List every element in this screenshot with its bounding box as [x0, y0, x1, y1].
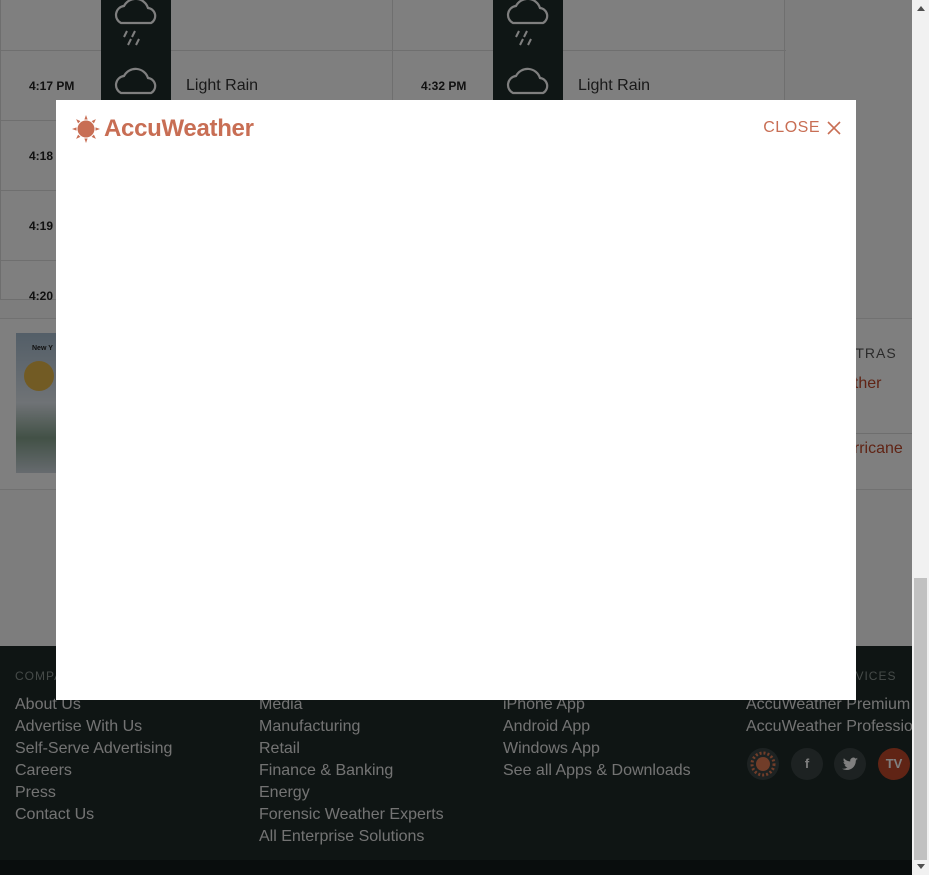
scrollbar-thumb[interactable] — [914, 578, 927, 860]
scroll-down-arrow-icon[interactable] — [912, 858, 929, 875]
accuweather-modal: AccuWeather CLOSE — [56, 100, 856, 700]
logo-text: AccuWeather — [104, 115, 254, 142]
scroll-up-arrow-icon[interactable] — [912, 0, 929, 17]
close-button[interactable]: CLOSE — [752, 118, 842, 138]
close-label: CLOSE — [763, 119, 820, 136]
background-page: 4:17 PMLight Rain4:32 PMLight Rain4:184:… — [0, 0, 912, 875]
vertical-scrollbar[interactable] — [912, 0, 929, 875]
accuweather-sun-logo-icon — [72, 115, 100, 143]
close-icon — [827, 121, 841, 135]
